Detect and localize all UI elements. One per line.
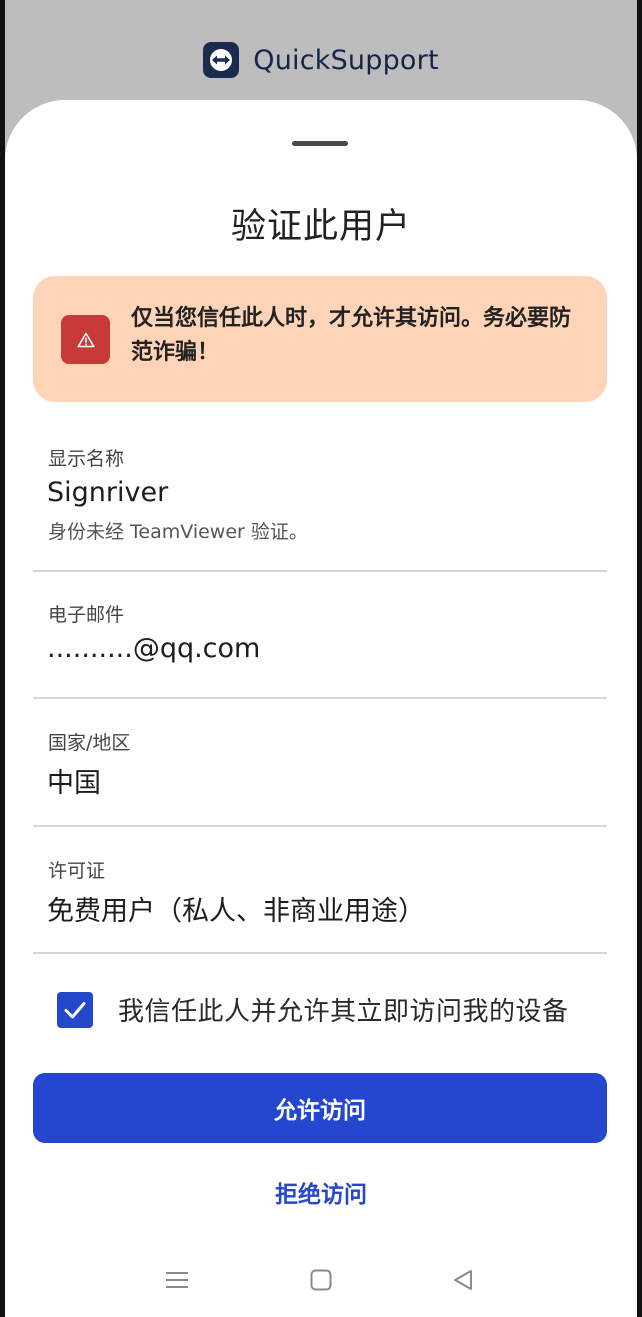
drag-handle[interactable]: [292, 141, 348, 146]
display-name-field: 显示名称 Signriver 身份未经 TeamViewer 验证。: [33, 444, 607, 544]
sheet-title: 验证此用户: [230, 207, 411, 247]
warning-text: 仅当您信任此人时，才允许其访问。务必要防范诈骗！: [131, 306, 572, 365]
deny-access-button[interactable]: 拒绝访问: [221, 1172, 421, 1212]
home-square-icon[interactable]: [306, 1265, 336, 1295]
email-field: 电子邮件 ..........@qq.com: [33, 600, 607, 670]
back-triangle-icon[interactable]: [448, 1265, 478, 1295]
app-title: QuickSupport: [253, 44, 439, 76]
teamviewer-logo-icon: [203, 42, 240, 78]
license-label: 许可证: [48, 860, 106, 882]
country-value: 中国: [47, 768, 101, 799]
identity-note: 身份未经 TeamViewer 验证。: [48, 521, 308, 543]
license-value: 免费用户（私人、非商业用途）: [47, 896, 425, 927]
divider: [33, 570, 607, 572]
email-value: ..........@qq.com: [47, 633, 261, 664]
checkmark-icon: [64, 1002, 86, 1019]
email-label: 电子邮件: [48, 604, 125, 626]
divider: [33, 697, 607, 699]
divider: [33, 952, 607, 954]
trust-checkbox[interactable]: [57, 992, 93, 1028]
trust-checkbox-label[interactable]: 我信任此人并允许其立即访问我的设备: [118, 991, 569, 1028]
divider: [33, 825, 607, 827]
display-name-label: 显示名称: [48, 448, 125, 470]
bottom-sheet: 验证此用户 仅当您信任此人时，才允许其访问。务必要防范诈骗！ 显示名称 Sign…: [5, 100, 637, 1317]
phone-screen: QuickSupport 验证此用户 仅当您信任此人时，才允许其访问。务必要防范…: [5, 0, 637, 1317]
app-header: QuickSupport: [5, 38, 637, 82]
warning-triangle-icon: [61, 315, 110, 364]
allow-access-button[interactable]: 允许访问: [33, 1073, 607, 1143]
menu-icon[interactable]: [162, 1265, 192, 1295]
display-name-value: Signriver: [47, 477, 169, 508]
system-nav-bar: [5, 1257, 637, 1303]
country-label: 国家/地区: [48, 732, 131, 754]
license-field: 许可证 免费用户（私人、非商业用途）: [33, 856, 607, 927]
warning-banner: 仅当您信任此人时，才允许其访问。务必要防范诈骗！: [33, 276, 607, 402]
country-field: 国家/地区 中国: [33, 728, 607, 799]
